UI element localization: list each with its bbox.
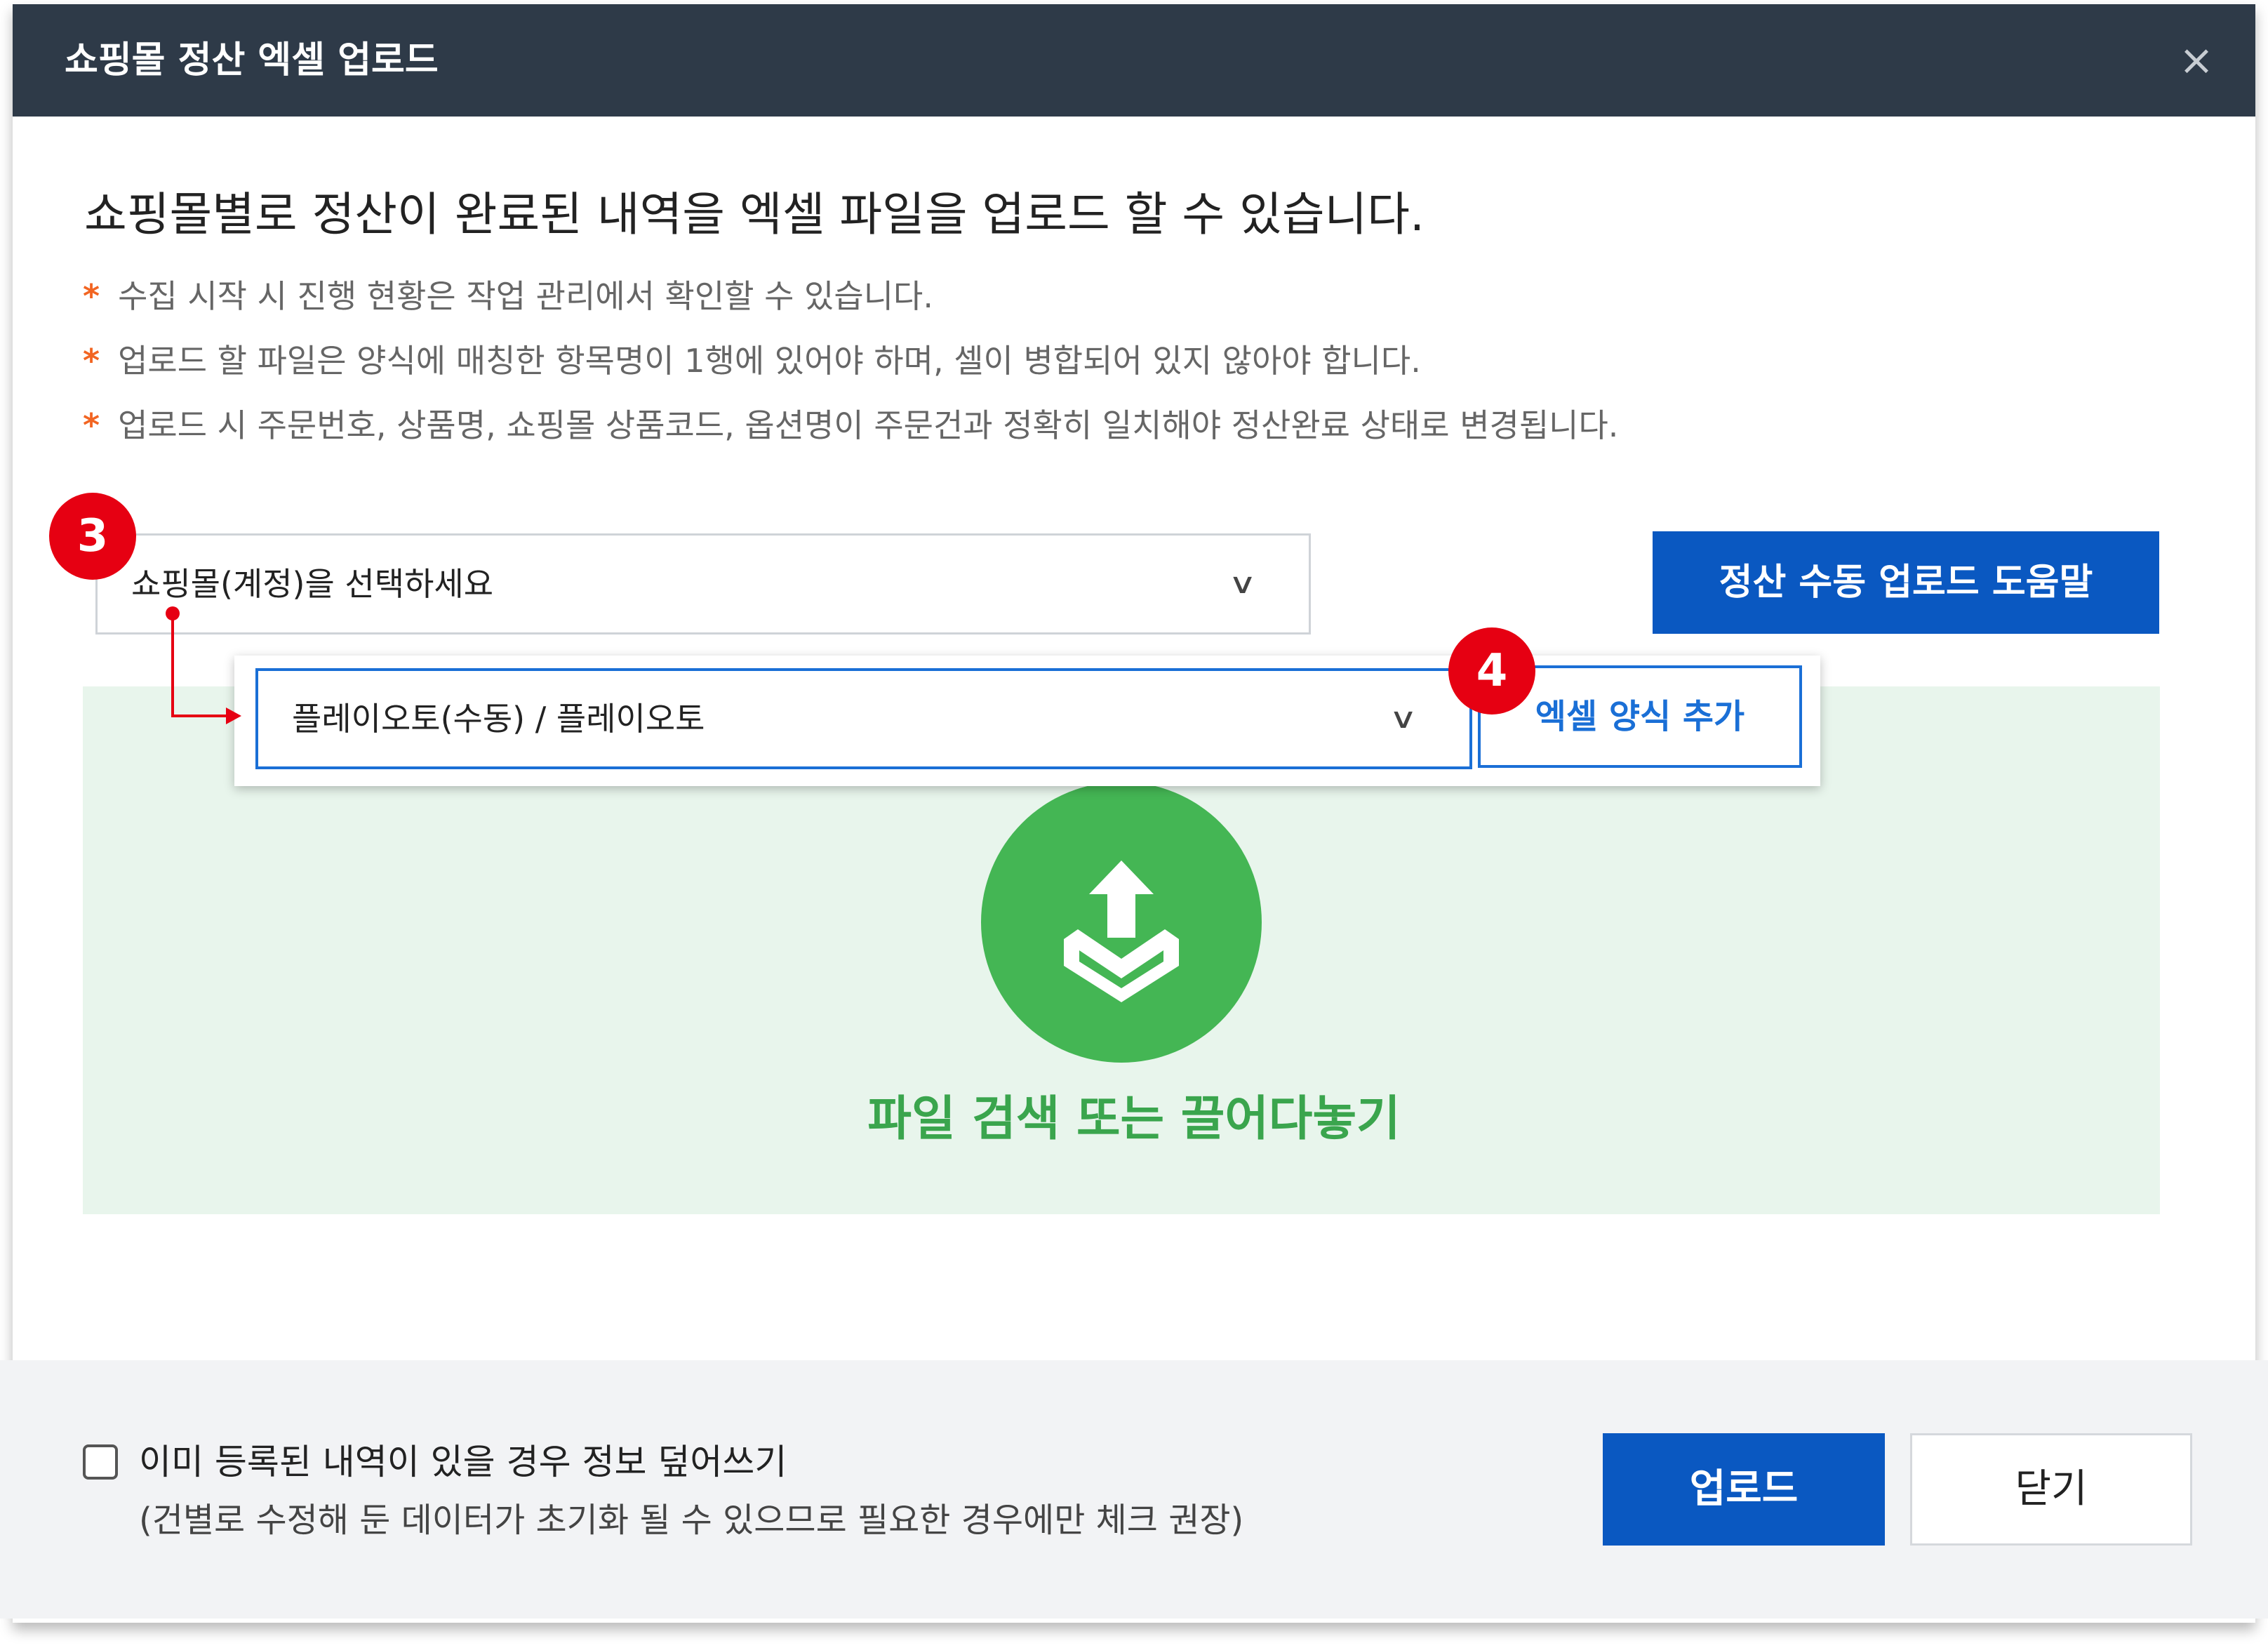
dropzone-text: 파일 검색 또는 끌어다놓기 [867,1091,1401,1147]
note-star-icon: * [83,406,100,444]
excel-format-select[interactable]: 플레이오토(수동) / 플레이오토 ∨ [255,668,1472,769]
note-text: 업로드 시 주문번호, 상품명, 쇼핑몰 상품코드, 옵션명이 주문건과 정확히… [118,406,1619,444]
upload-tray-icon [1064,860,1179,1002]
chevron-down-icon: ∨ [1388,703,1418,735]
dialog-title: 쇼핑몰 정산 엑셀 업로드 [65,39,439,81]
step-marker-3: 3 [49,493,136,580]
dialog-titlebar: 쇼핑몰 정산 엑셀 업로드 × [13,4,2255,117]
overwrite-note: (건별로 수정해 둔 데이터가 초기화 될 수 있으므로 필요한 경우에만 체크… [139,1501,1244,1540]
note-text: 수집 시작 시 진행 현황은 작업 관리에서 확인할 수 있습니다. [118,277,933,315]
close-icon[interactable]: × [2175,39,2217,81]
note-star-icon: * [83,277,100,315]
shop-account-select[interactable]: 쇼핑몰(계정)을 선택하세요 ∨ [95,533,1311,634]
note-star-icon: * [83,342,100,380]
marker-connector [171,715,229,717]
overwrite-checkbox[interactable] [83,1444,118,1480]
shop-account-select-value: 쇼핑몰(계정)을 선택하세요 [131,565,494,603]
close-button[interactable]: 닫기 [1910,1433,2192,1546]
note-item: * 업로드 시 주문번호, 상품명, 쇼핑몰 상품코드, 옵션명이 주문건과 정확… [83,404,1618,446]
upload-button-circle[interactable] [981,782,1262,1063]
manual-upload-help-button[interactable]: 정산 수동 업로드 도움말 [1653,531,2159,634]
overwrite-label: 이미 등록된 내역이 있을 경우 정보 덮어쓰기 [139,1442,787,1482]
note-text: 업로드 할 파일은 양식에 매칭한 항목명이 1행에 있어야 하며, 셀이 병합… [118,342,1421,380]
marker-connector-dot [166,606,180,620]
marker-arrow-icon [226,707,241,724]
note-item: * 수집 시작 시 진행 현황은 작업 관리에서 확인할 수 있습니다. [83,275,933,317]
upload-button[interactable]: 업로드 [1603,1433,1885,1546]
page-headline: 쇼핑몰별로 정산이 완료된 내역을 엑셀 파일을 업로드 할 수 있습니다. [84,187,1425,241]
excel-format-select-value: 플레이오토(수동) / 플레이오토 [292,700,705,738]
chevron-down-icon: ∨ [1227,568,1257,600]
step-marker-4: 4 [1448,627,1535,715]
marker-connector [171,612,174,717]
note-item: * 업로드 할 파일은 양식에 매칭한 항목명이 1행에 있어야 하며, 셀이 병… [83,340,1421,382]
